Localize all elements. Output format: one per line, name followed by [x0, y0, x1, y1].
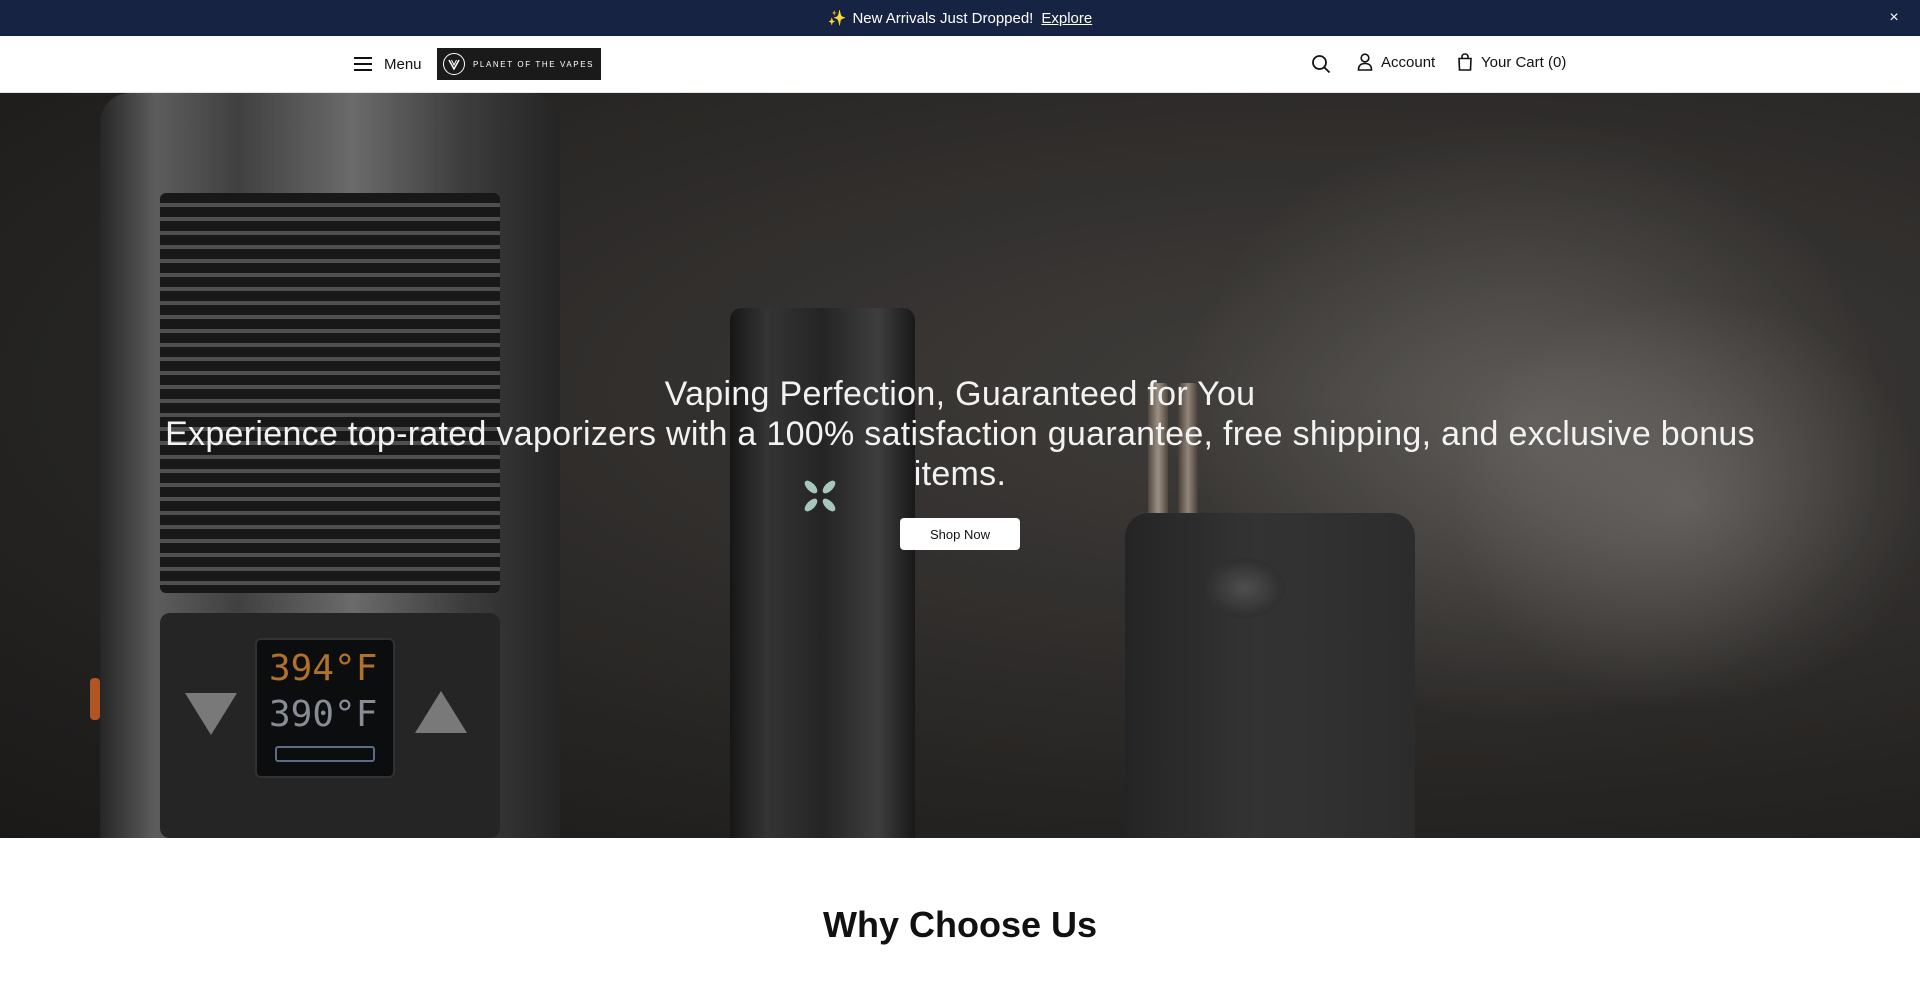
hero-content: Vaping Perfection, Guaranteed for You Ex… [140, 374, 1780, 550]
user-icon [1357, 53, 1373, 71]
account-label: Account [1381, 53, 1436, 71]
section-heading: Why Choose Us [822, 904, 1098, 945]
search-icon[interactable] [1311, 54, 1331, 74]
close-icon[interactable]: × [1884, 8, 1904, 28]
announcement-bar: ✨ New Arrivals Just Dropped! Explore × [0, 0, 1920, 36]
hero-banner: 394°F 390°F Vaping Perfection, Guarantee… [0, 93, 1920, 838]
explore-link[interactable]: Explore [1041, 10, 1092, 27]
cart-label: Your Cart (0) [1481, 53, 1567, 71]
site-header: Menu PLANET OF THE VAPES Account Your Ca… [0, 36, 1920, 93]
logo-wordmark: PLANET OF THE VAPES [473, 59, 595, 69]
hero-subtitle: Experience top-rated vaporizers with a 1… [165, 415, 1755, 493]
sparkles-icon: ✨ [827, 10, 847, 27]
logo-mark-icon [443, 53, 465, 75]
menu-button[interactable]: Menu [354, 50, 422, 78]
site-logo[interactable]: PLANET OF THE VAPES [437, 48, 601, 80]
account-link[interactable]: Account [1357, 53, 1435, 71]
shop-now-button[interactable]: Shop Now [900, 518, 1020, 550]
cart-link[interactable]: Your Cart (0) [1457, 53, 1566, 71]
announcement-message: New Arrivals Just Dropped! [852, 9, 1034, 27]
hero-title: Vaping Perfection, Guaranteed for You [664, 375, 1256, 413]
hamburger-icon [354, 57, 372, 71]
shopping-bag-icon [1458, 53, 1472, 71]
menu-label: Menu [384, 55, 422, 73]
why-choose-us-section: Why Choose Us [0, 838, 1920, 993]
